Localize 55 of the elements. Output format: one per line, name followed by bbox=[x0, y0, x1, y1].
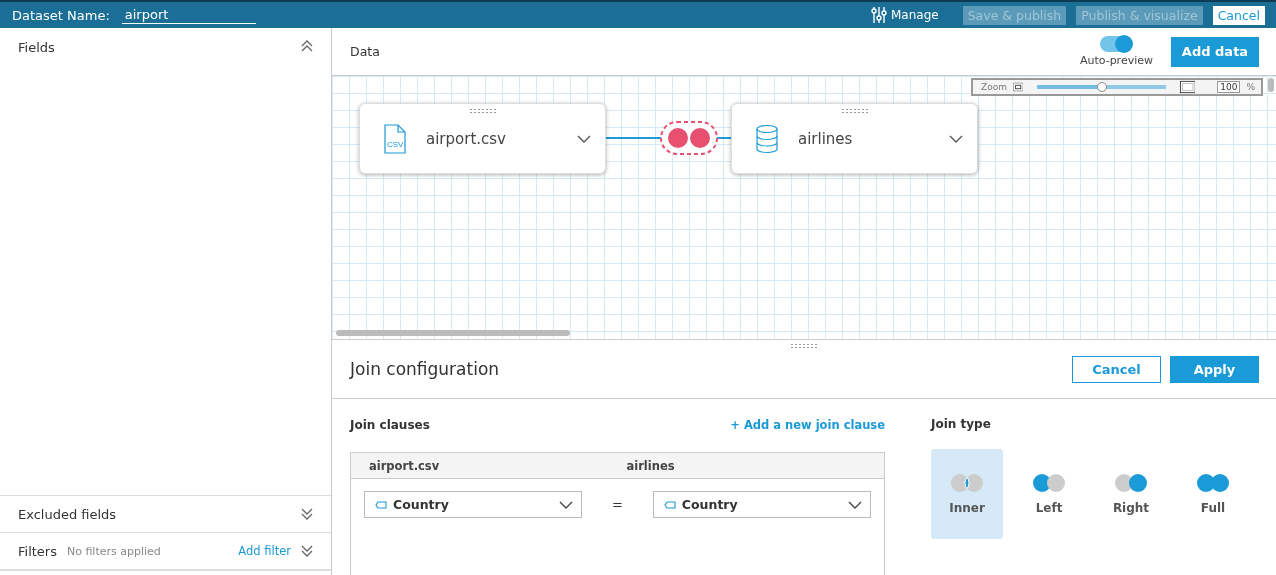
column-header: airport.csv bbox=[369, 458, 441, 473]
zoom-unit: % bbox=[1246, 82, 1255, 92]
expand-icon[interactable] bbox=[301, 545, 313, 557]
data-source-card[interactable]: airlines bbox=[731, 103, 978, 174]
data-source-name: airport.csv bbox=[426, 129, 506, 148]
venn-icon bbox=[1032, 473, 1066, 493]
dataset-name-field[interactable]: airport bbox=[121, 6, 256, 24]
venn-icon bbox=[950, 473, 984, 493]
auto-preview-toggle[interactable] bbox=[1100, 36, 1133, 52]
sliders-icon bbox=[871, 6, 887, 24]
expand-icon[interactable] bbox=[301, 508, 313, 520]
apply-button[interactable]: Apply bbox=[1170, 355, 1259, 383]
column-header: airlines bbox=[626, 458, 676, 473]
field-dropdown[interactable]: Country bbox=[652, 491, 871, 518]
excluded-fields-title: Excluded fields bbox=[18, 506, 117, 522]
equals-operator: = bbox=[611, 497, 624, 512]
chevron-down-icon[interactable] bbox=[949, 134, 963, 143]
data-source-name: airlines bbox=[798, 129, 853, 148]
venn-icon bbox=[1114, 473, 1148, 493]
fields-title: Fields bbox=[18, 40, 55, 55]
filters-title: Filters bbox=[18, 543, 57, 559]
cancel-button[interactable]: Cancel bbox=[1072, 355, 1161, 383]
database-icon bbox=[754, 123, 780, 154]
venn-icon bbox=[1196, 473, 1230, 493]
join-type-option[interactable]: Left bbox=[1013, 449, 1085, 539]
collapse-icon[interactable] bbox=[301, 40, 313, 52]
data-title: Data bbox=[350, 44, 380, 59]
chevron-down-icon bbox=[848, 500, 862, 509]
add-join-clause-link[interactable]: + Add a new join clause bbox=[730, 418, 885, 432]
join-clauses-title: Join clauses bbox=[350, 418, 430, 432]
horizontal-scrollbar[interactable] bbox=[336, 330, 570, 336]
join-type-option[interactable]: Right bbox=[1095, 449, 1167, 539]
auto-preview-label: Auto-preview bbox=[1079, 54, 1153, 67]
vertical-scrollbar[interactable] bbox=[1268, 78, 1274, 92]
zoom-out-icon[interactable] bbox=[1012, 82, 1024, 92]
filters-status: No filters applied bbox=[66, 544, 161, 558]
dataset-name-label: Dataset Name: bbox=[12, 7, 110, 23]
zoom-label: Zoom bbox=[981, 82, 1007, 92]
join-configuration-title: Join configuration bbox=[350, 359, 500, 379]
join-type-option[interactable]: Full bbox=[1177, 449, 1249, 539]
header-button[interactable]: Cancel bbox=[1212, 5, 1265, 25]
tag-icon bbox=[375, 500, 387, 509]
join-type-title: Join type bbox=[931, 417, 992, 431]
chevron-down-icon bbox=[559, 500, 574, 509]
chevron-down-icon[interactable] bbox=[577, 134, 591, 143]
field-dropdown[interactable]: Country bbox=[364, 491, 583, 518]
manage-button[interactable]: Manage bbox=[871, 6, 939, 24]
add-data-button[interactable]: Add data bbox=[1171, 36, 1259, 67]
data-source-card[interactable]: CSV airport.csv bbox=[359, 103, 606, 174]
zoom-in-icon[interactable] bbox=[1179, 80, 1196, 94]
add-filter-link[interactable]: Add filter bbox=[238, 544, 291, 558]
join-type-option[interactable]: Inner bbox=[931, 449, 1003, 539]
zoom-value-field[interactable]: 100 bbox=[1217, 81, 1241, 93]
tag-icon bbox=[663, 500, 676, 509]
join-connector-drawing[interactable] bbox=[606, 118, 731, 158]
